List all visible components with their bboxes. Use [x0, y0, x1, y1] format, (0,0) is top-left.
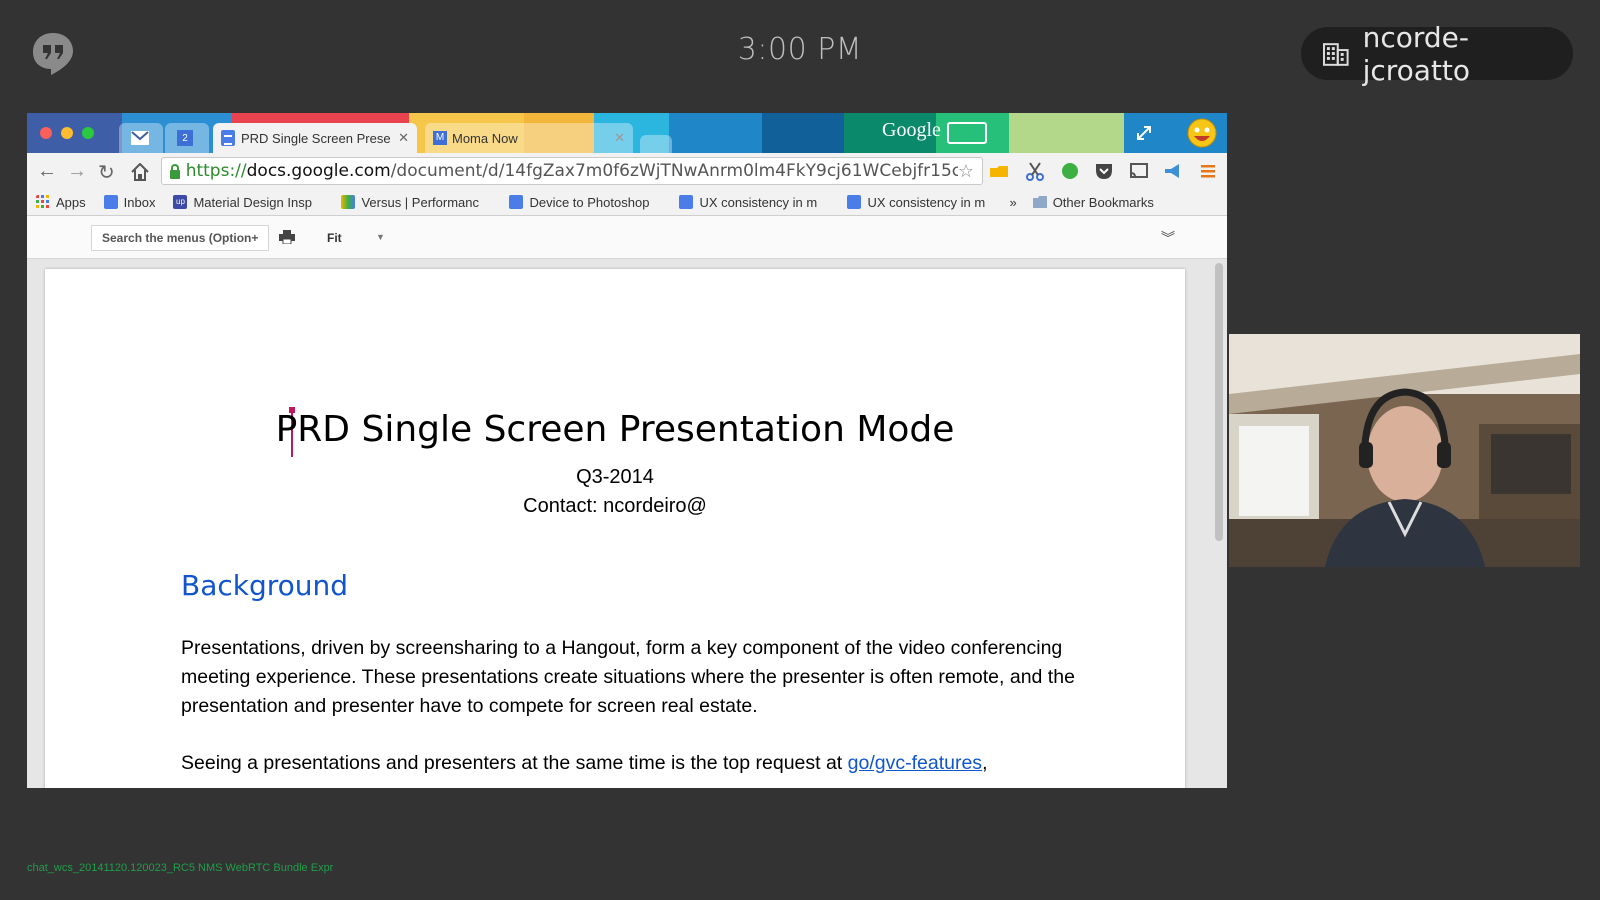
versus-icon	[341, 195, 356, 209]
apps-grid-icon	[36, 195, 49, 208]
collapse-toolbar-icon[interactable]: ︾	[1161, 228, 1175, 248]
docs-icon	[509, 195, 524, 209]
cast-icon[interactable]	[1129, 161, 1149, 181]
calendar-icon: 2	[177, 130, 193, 146]
bookmarks-bar: Apps Inbox up Material Design Insp Versu…	[27, 189, 1227, 216]
window-zoom-button[interactable]	[82, 127, 94, 139]
moma-icon: M	[433, 131, 447, 145]
gmail-icon	[131, 131, 149, 145]
profile-avatar-icon[interactable]	[1187, 118, 1217, 148]
window-minimize-button[interactable]	[61, 127, 73, 139]
tab-prd-doc[interactable]: PRD Single Screen Present ✕	[213, 123, 417, 153]
gvc-features-link[interactable]: go/gvc-features	[848, 752, 982, 774]
participant-video[interactable]	[1229, 334, 1580, 567]
forward-icon[interactable]: →	[67, 160, 87, 183]
doc-date: Q3-2014	[576, 466, 654, 488]
back-icon[interactable]: ←	[37, 160, 57, 183]
new-tab-button[interactable]	[640, 135, 672, 153]
participant-name: ncorde-jcroatto	[1362, 20, 1471, 87]
tab-strip: 2 PRD Single Screen Present ✕ M Moma Now…	[27, 113, 1227, 153]
bookmark-apps[interactable]: Apps	[36, 195, 86, 210]
tab-moma-now[interactable]: M Moma Now ✕	[425, 123, 633, 153]
document-page: PRD Single Screen Presentation Mode Q3-2…	[45, 269, 1185, 788]
tab-close-icon[interactable]: ✕	[398, 130, 409, 146]
google-brand-text: Google	[882, 119, 941, 141]
zoom-select[interactable]: Fit	[327, 231, 342, 245]
megaphone-icon[interactable]	[1163, 161, 1183, 181]
bookmark-other-bookmarks[interactable]: Other Bookmarks	[1032, 195, 1154, 210]
evernote-icon[interactable]	[1060, 161, 1080, 181]
document-scrollbar[interactable]	[1215, 263, 1223, 541]
folder-extension-icon[interactable]	[989, 161, 1009, 181]
tab-calendar[interactable]: 2	[165, 123, 209, 153]
bookmark-inbox[interactable]: Inbox	[103, 195, 155, 210]
up-icon: up	[173, 195, 188, 209]
document-canvas: PRD Single Screen Presentation Mode Q3-2…	[27, 259, 1227, 788]
docs-toolbar: Search the menus (Option+ Fit ▼ ︾	[27, 216, 1227, 259]
tab-gmail[interactable]	[119, 123, 163, 153]
google-io-logo	[947, 122, 987, 144]
scissors-icon[interactable]	[1025, 161, 1045, 181]
tab-close-icon[interactable]: ✕	[614, 130, 625, 146]
home-icon[interactable]	[131, 163, 149, 181]
reload-icon[interactable]: ↻	[98, 160, 115, 185]
bookmark-device-to-photoshop[interactable]: Device to Photoshop	[509, 195, 661, 210]
docs-icon	[679, 195, 694, 209]
doc-title: PRD Single Screen Presentation Mode	[275, 409, 955, 450]
paragraph-1: Presentations, driven by screensharing t…	[181, 637, 1075, 717]
pocket-icon[interactable]	[1094, 161, 1114, 181]
print-icon[interactable]	[279, 230, 295, 244]
bookmark-ux-consistency-1[interactable]: UX consistency in m	[679, 195, 829, 210]
tab-label: Moma Now	[452, 130, 518, 146]
bookmark-star-icon[interactable]: ☆	[958, 161, 974, 182]
bookmark-versus[interactable]: Versus | Performanc	[341, 195, 491, 210]
participant-name-pill[interactable]: ncorde-jcroatto	[1301, 21, 1573, 87]
doc-contact: Contact: ncordeiro@	[523, 495, 707, 517]
window-close-button[interactable]	[40, 127, 52, 139]
bookmark-ux-consistency-2[interactable]: UX consistency in m	[847, 195, 997, 210]
folder-icon	[1032, 196, 1047, 208]
address-bar[interactable]: https://docs.google.com/document/d/14fgZ…	[161, 157, 983, 185]
fullscreen-icon[interactable]	[1135, 124, 1153, 142]
menu-search-input[interactable]: Search the menus (Option+	[91, 225, 269, 251]
building-icon	[1323, 42, 1349, 66]
build-info-text: chat_wcs_20141120.120023_RC5 NMS WebRTC …	[27, 862, 334, 874]
paragraph-2: Seeing a presentations and presenters at…	[181, 752, 988, 774]
docs-icon	[221, 130, 235, 146]
chevron-down-icon[interactable]: ▼	[376, 232, 385, 242]
lock-icon	[170, 163, 180, 179]
tab-label: PRD Single Screen Present	[241, 130, 391, 146]
inbox-icon	[103, 195, 118, 209]
bookmarks-overflow-button[interactable]: »	[1009, 195, 1016, 210]
browser-toolbar: ← → ↻ https://docs.google.com/document/d…	[27, 153, 1227, 189]
chrome-menu-icon[interactable]	[1198, 161, 1218, 181]
docs-icon	[847, 195, 862, 209]
shared-screen-browser: 2 PRD Single Screen Present ✕ M Moma Now…	[27, 113, 1227, 788]
section-heading: Background	[181, 569, 349, 602]
bookmark-material-design[interactable]: up Material Design Insp	[173, 195, 323, 210]
url-text: https://docs.google.com/document/d/14fgZ…	[185, 161, 958, 181]
